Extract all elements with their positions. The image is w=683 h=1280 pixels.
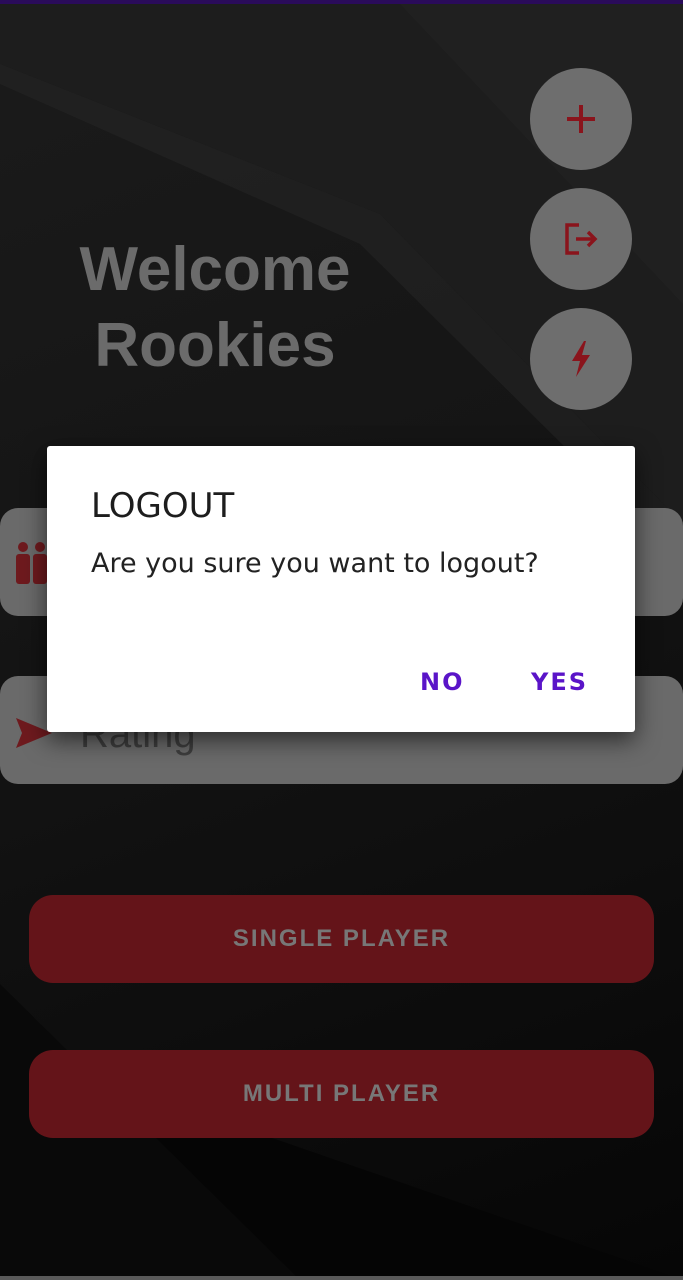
dialog-message: Are you sure you want to logout? (91, 548, 539, 579)
no-button[interactable]: NO (420, 668, 465, 696)
nav-bar-edge (0, 1276, 683, 1280)
yes-button[interactable]: YES (531, 668, 588, 696)
dialog-title: LOGOUT (91, 486, 235, 526)
logout-dialog: LOGOUT Are you sure you want to logout? … (47, 446, 635, 732)
